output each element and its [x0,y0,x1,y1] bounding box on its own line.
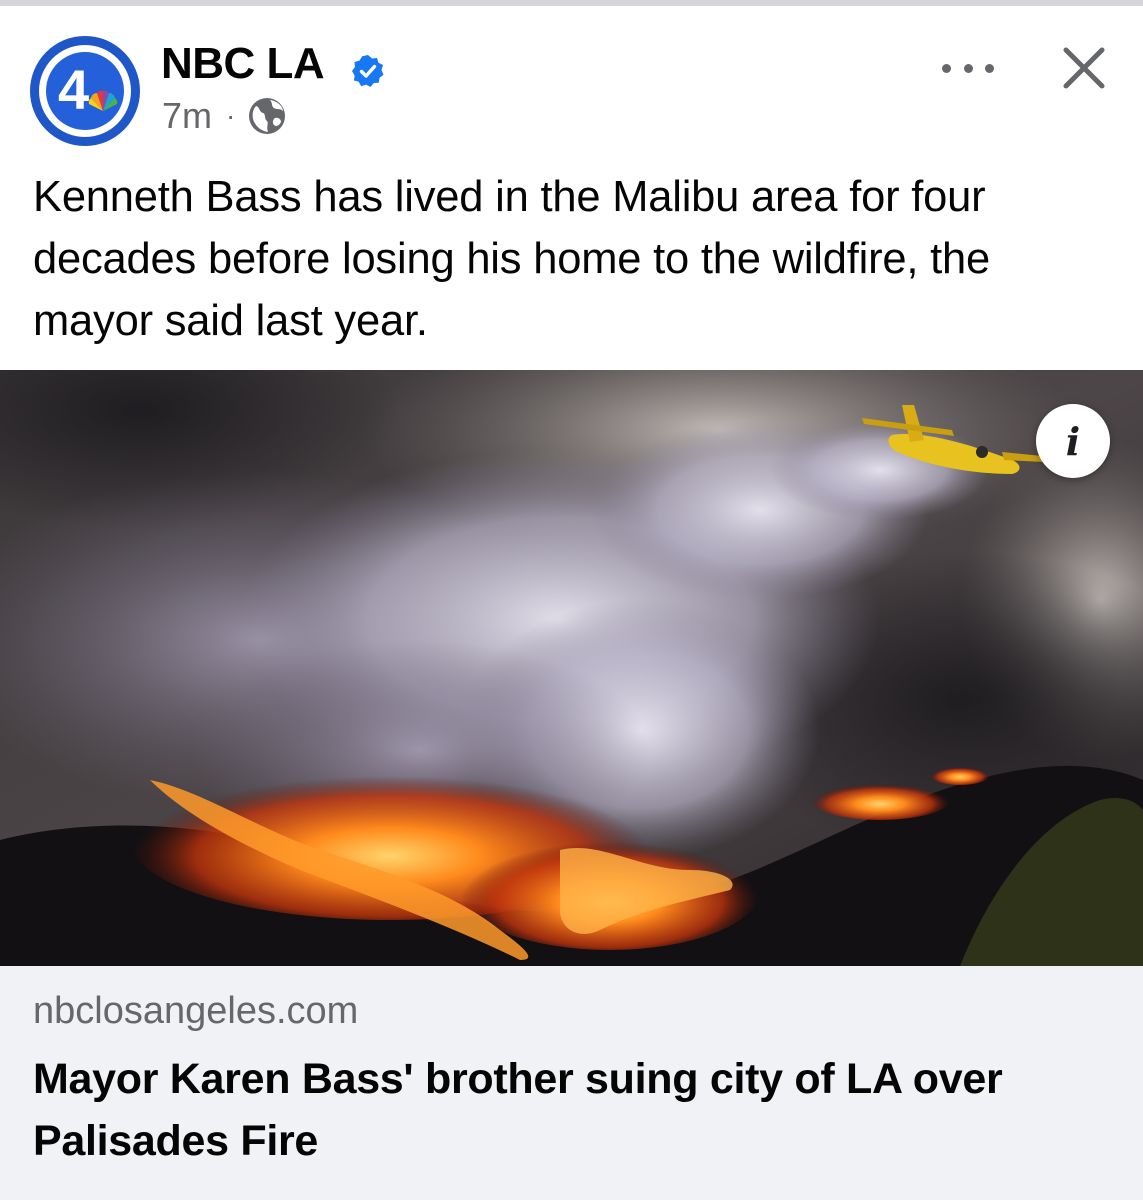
verified-badge-icon [352,55,384,87]
page-avatar[interactable]: 4 [30,36,140,146]
link-title[interactable]: Mayor Karen Bass' brother suing city of … [33,1048,1123,1172]
wildfire-photo[interactable] [0,370,1143,966]
close-button[interactable] [1058,42,1110,94]
page-name[interactable]: NBC LA [161,38,325,90]
post-timestamp[interactable]: 7m [162,95,212,137]
post-meta: 7m · [162,95,287,137]
link-preview-card[interactable]: nbclosangeles.com Mayor Karen Bass' brot… [0,966,1143,1200]
globe-icon [249,98,286,134]
nbc-logo: 4 [46,52,124,130]
close-icon [1063,47,1105,89]
more-options-button[interactable] [942,46,994,90]
more-options-icon [942,63,951,73]
peacock-icon [88,90,118,111]
meta-separator: · [226,100,236,131]
wildfire-image [0,370,1143,966]
link-domain: nbclosangeles.com [33,990,359,1032]
post-caption: Kenneth Bass has lived in the Malibu are… [33,173,991,345]
info-button[interactable]: i [1036,404,1110,478]
post-header: 4 NBC LA 7m · [0,6,1143,156]
